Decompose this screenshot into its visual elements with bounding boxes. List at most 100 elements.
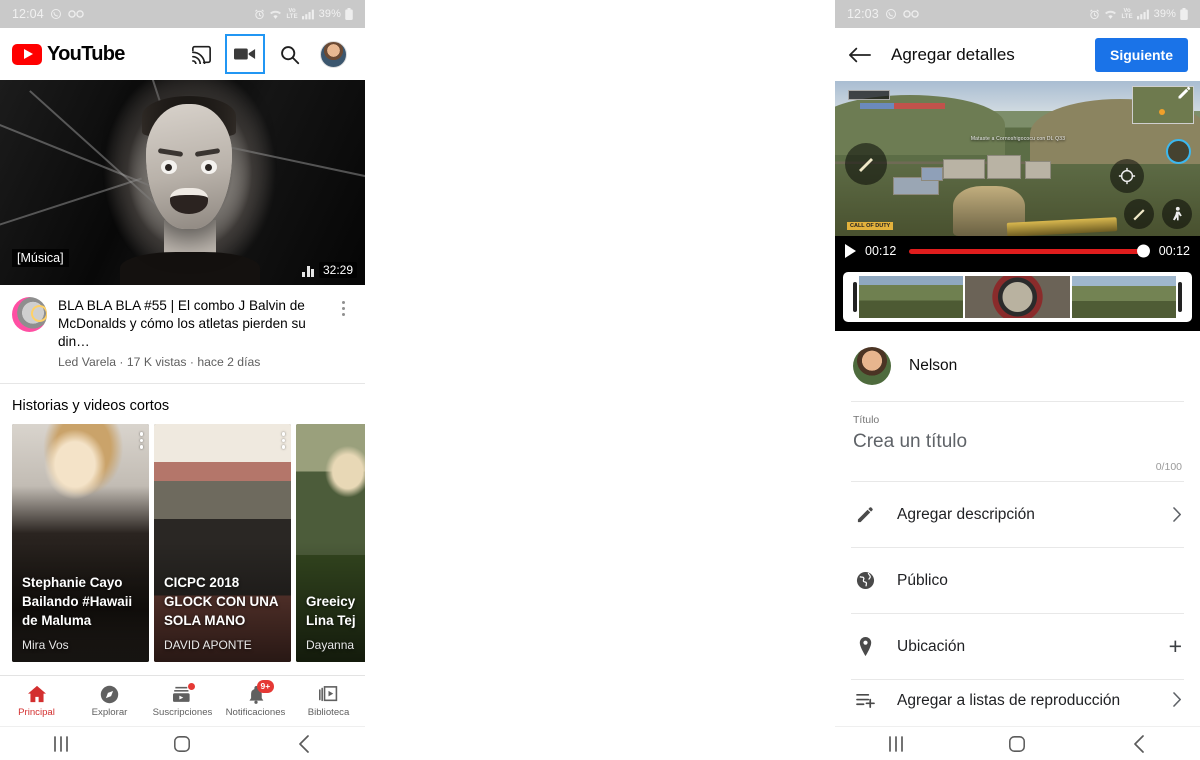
game-building xyxy=(987,155,1021,179)
thumbnail-person-face xyxy=(146,104,232,229)
game-hud-control xyxy=(845,143,887,185)
stories-carousel[interactable]: Stephanie Cayo Bailando #Hawaii de Malum… xyxy=(0,424,365,662)
android-navigation-bar-left xyxy=(0,726,365,760)
camera-icon[interactable] xyxy=(225,34,265,74)
music-caption-badge: [Música] xyxy=(12,249,69,267)
video-trim-strip[interactable] xyxy=(835,266,1200,331)
battery-percent: 39% xyxy=(318,8,341,20)
trim-handle-left[interactable] xyxy=(853,282,857,312)
current-time: 00:12 xyxy=(865,244,897,258)
chevron-right-icon xyxy=(1173,507,1182,522)
title-input-field[interactable]: Título Crea un título 0/100 xyxy=(835,402,1200,481)
left-status-bar: 12:04 Vo LTE 39% xyxy=(0,0,365,28)
trim-frame xyxy=(965,276,1070,318)
total-time: 00:12 xyxy=(1158,244,1190,258)
game-building xyxy=(1025,161,1051,179)
row-label: Agregar descripción xyxy=(897,505,1035,523)
more-options-icon[interactable] xyxy=(333,297,353,316)
account-avatar[interactable] xyxy=(313,34,353,74)
story-card[interactable]: Greeicy Lina Tej Dayanna xyxy=(296,424,365,662)
status-right-group: Vo LTE 39% xyxy=(254,8,353,20)
feed-video-thumbnail[interactable]: [Música] 32:29 xyxy=(0,80,365,285)
row-label: Ubicación xyxy=(897,637,966,655)
game-hud-crouch xyxy=(1162,199,1192,229)
status-left-group: 12:04 xyxy=(12,7,84,21)
row-publico[interactable]: Público xyxy=(835,548,1200,613)
feed-video-meta-row[interactable]: BLA BLA BLA #55 | El combo J Balvin de M… xyxy=(0,285,365,383)
brow-left xyxy=(157,148,184,157)
pencil-icon[interactable] xyxy=(1177,85,1192,105)
story-more-options-icon[interactable] xyxy=(139,432,143,449)
nav-item-principal[interactable]: Principal xyxy=(0,685,73,718)
right-status-bar: 12:03 Vo LTE 39% xyxy=(835,0,1200,28)
feed-video-title: BLA BLA BLA #55 | El combo J Balvin de M… xyxy=(58,298,306,349)
video-duration-badge: 32:29 xyxy=(318,262,357,278)
right-phone-screen: 12:03 Vo LTE 39% Agregar detalles Siguie… xyxy=(835,0,1200,760)
status-time: 12:03 xyxy=(847,7,879,21)
playlist-add-icon xyxy=(853,692,877,709)
youtube-logo[interactable]: YouTube xyxy=(12,43,125,66)
back-icon[interactable] xyxy=(274,727,334,760)
home-icon xyxy=(27,685,47,704)
nav-item-explorar[interactable]: Explorar xyxy=(73,685,146,718)
row-agregar-descripcion[interactable]: Agregar descripción xyxy=(835,482,1200,547)
account-name: Nelson xyxy=(909,357,958,374)
story-title: Greeicy Lina Tej xyxy=(306,594,356,628)
alarm-icon xyxy=(254,9,265,20)
next-button[interactable]: Siguiente xyxy=(1094,37,1188,72)
row-label: Agregar a listas de reproducción xyxy=(897,692,1121,709)
account-row[interactable]: Nelson xyxy=(835,331,1200,401)
nav-label: Suscripciones xyxy=(152,706,213,718)
topbar-actions xyxy=(181,34,353,74)
status-left-group: 12:03 xyxy=(847,7,919,21)
trim-frame xyxy=(859,276,964,318)
nav-label: Biblioteca xyxy=(307,706,350,718)
trim-frames-container[interactable] xyxy=(843,272,1192,322)
recents-icon[interactable] xyxy=(31,727,91,760)
page-title: Agregar detalles xyxy=(891,44,1015,64)
whatsapp-icon xyxy=(50,8,62,20)
character-counter: 0/100 xyxy=(1155,461,1182,473)
volte-icon: Vo LTE xyxy=(286,8,298,20)
title-input[interactable]: Crea un título xyxy=(853,431,1182,453)
trim-handle-right[interactable] xyxy=(1177,282,1182,312)
row-agregar-listas[interactable]: Agregar a listas de reproducción xyxy=(835,680,1200,722)
row-ubicacion[interactable]: Ubicación + xyxy=(835,614,1200,679)
story-more-options-icon[interactable] xyxy=(281,432,285,449)
story-card[interactable]: CICPC 2018 GLOCK CON UNA SOLA MANO DAVID… xyxy=(154,424,291,662)
back-icon[interactable] xyxy=(1109,727,1169,760)
nav-item-biblioteca[interactable]: Biblioteca xyxy=(292,685,365,718)
home-icon[interactable] xyxy=(152,727,212,760)
game-preview-frame: Mataste a Cornoshigococu con DL Q33 CALL… xyxy=(835,81,1200,236)
recents-icon[interactable] xyxy=(866,727,926,760)
search-icon[interactable] xyxy=(269,34,309,74)
slider-knob[interactable] xyxy=(1136,244,1150,258)
progress-slider[interactable] xyxy=(909,244,1150,258)
wifi-icon xyxy=(269,9,282,20)
plus-icon[interactable]: + xyxy=(1169,635,1182,658)
story-card[interactable]: Stephanie Cayo Bailando #Hawaii de Malum… xyxy=(12,424,149,662)
youtube-wordmark: YouTube xyxy=(47,42,125,65)
nav-item-notificaciones[interactable]: 9+ Notificaciones xyxy=(219,679,292,718)
android-navigation-bar-right xyxy=(835,726,1200,760)
game-kill-message: Mataste a Cornoshigococu con DL Q33 xyxy=(970,136,1066,142)
nav-item-suscripciones[interactable]: Suscripciones xyxy=(146,682,219,718)
subscriptions-icon xyxy=(173,682,195,704)
channel-avatar[interactable] xyxy=(12,297,47,332)
chevron-right-icon xyxy=(1173,692,1182,707)
row-label: Público xyxy=(897,571,948,589)
story-caption: Greeicy Lina Tej Dayanna xyxy=(306,592,358,652)
bell-icon: 9+ xyxy=(247,679,275,704)
video-player-controls[interactable]: 00:12 00:12 xyxy=(835,236,1200,266)
story-title: CICPC 2018 GLOCK CON UNA SOLA MANO xyxy=(164,575,279,628)
cast-icon[interactable] xyxy=(181,34,221,74)
video-preview-player[interactable]: Mataste a Cornoshigococu con DL Q33 CALL… xyxy=(835,81,1200,331)
nav-label: Explorar xyxy=(91,706,128,718)
home-icon[interactable] xyxy=(987,727,1047,760)
story-author: Dayanna xyxy=(306,638,355,652)
youtube-topbar: YouTube xyxy=(0,28,365,80)
story-caption: Stephanie Cayo Bailando #Hawaii de Malum… xyxy=(22,573,141,652)
youtube-bottom-nav: Principal Explorar Suscripciones 9+ Noti… xyxy=(0,675,365,726)
arrow-back-icon[interactable] xyxy=(847,42,873,68)
play-icon[interactable] xyxy=(845,244,856,258)
